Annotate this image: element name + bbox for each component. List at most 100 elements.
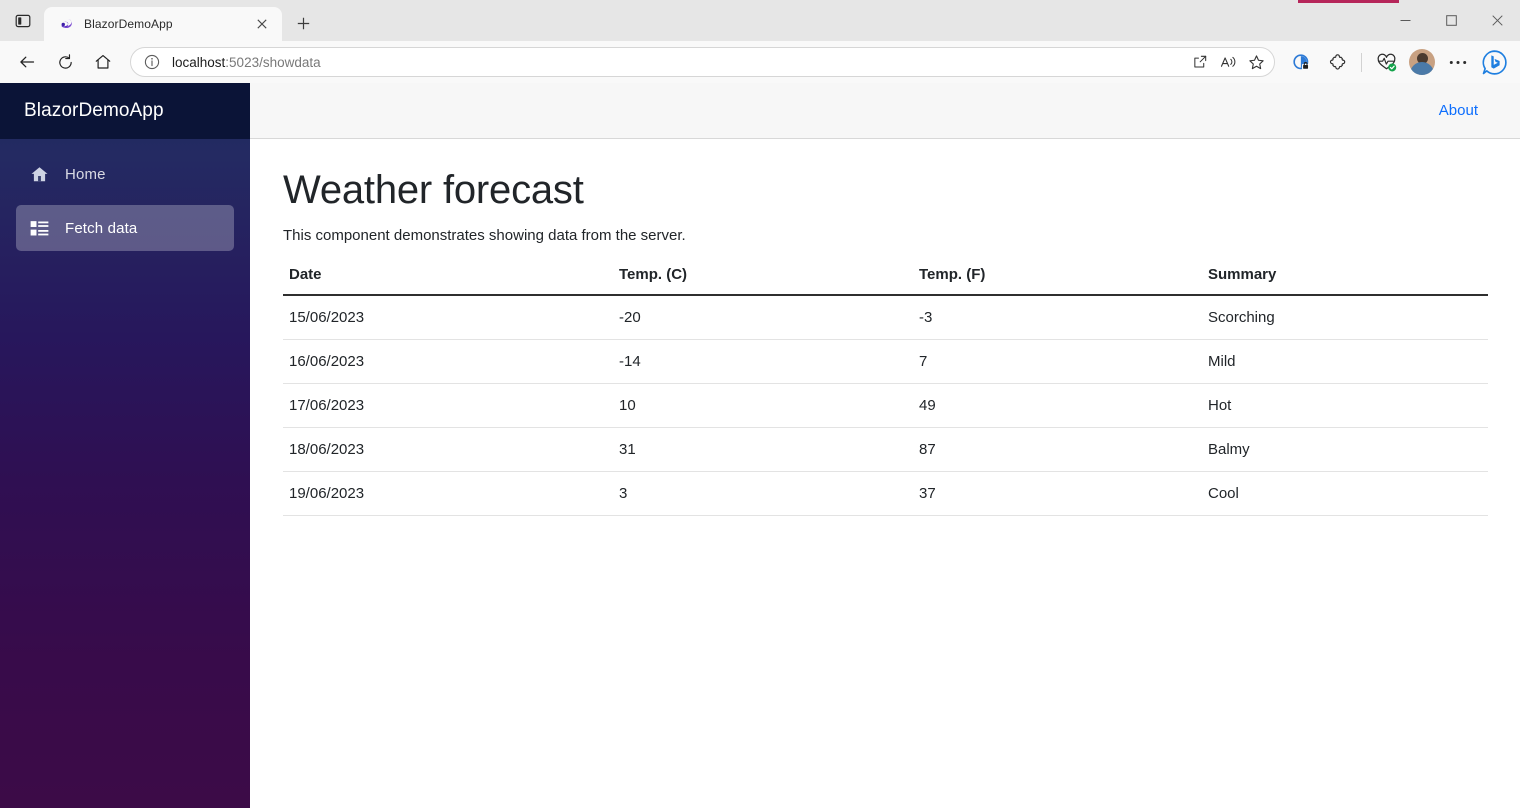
url-path: :5023/showdata [225,54,321,70]
tab-actions-icon [15,14,31,28]
profile-button[interactable] [1406,46,1438,78]
read-aloud-button[interactable] [1214,49,1242,75]
window-close-button[interactable] [1474,0,1520,41]
split-screen-icon [1194,55,1207,68]
cell-temp-c: 3 [613,471,913,517]
browser-essentials-icon [1377,53,1396,71]
table-row: 16/06/2023 -14 7 Mild [283,339,1488,385]
cell-temp-c: 10 [613,383,913,429]
table-row: 15/06/2023 -20 -3 Scorching [283,295,1488,341]
cell-date: 15/06/2023 [283,295,613,341]
settings-and-more-button[interactable] [1442,46,1474,78]
cell-summary: Balmy [1202,427,1488,473]
plus-icon [297,17,309,29]
read-aloud-icon [1220,56,1235,67]
browser-toolbar: localhost:5023/showdata [0,41,1520,83]
address-bar-actions [1186,49,1270,75]
cell-summary: Mild [1202,339,1488,385]
tab-actions-button[interactable] [6,4,40,38]
back-button[interactable] [11,46,43,78]
site-info-icon[interactable] [141,51,163,73]
cell-temp-c: -14 [613,339,913,385]
blazor-icon [57,16,73,32]
column-header-summary: Summary [1202,266,1488,297]
weather-forecast-table: Date Temp. (C) Temp. (F) Summary 15/06/2… [283,266,1488,517]
page-title: Weather forecast [283,168,584,212]
maximize-icon [1445,15,1457,26]
url-text: localhost:5023/showdata [172,55,1186,70]
column-header-temp-f: Temp. (F) [913,266,1202,297]
split-screen-button[interactable] [1186,49,1214,75]
cell-temp-c: -20 [613,295,913,341]
tracking-prevention-button[interactable] [1285,46,1317,78]
cell-summary: Cool [1202,471,1488,517]
ellipsis-icon [1449,60,1467,64]
back-arrow-icon [20,56,35,68]
cell-summary: Scorching [1202,295,1488,341]
browser-tab[interactable]: BlazorDemoApp [44,7,282,41]
app-brand-label: BlazorDemoApp [24,100,164,121]
app-topbar: About [250,83,1520,139]
cell-temp-f: 37 [913,471,1202,517]
extensions-button[interactable] [1321,46,1353,78]
table-row: 19/06/2023 3 37 Cool [283,471,1488,517]
tab-close-button[interactable] [250,12,274,36]
cell-summary: Hot [1202,383,1488,429]
cell-temp-f: -3 [913,295,1202,341]
app-main: About Weather forecast This component de… [250,83,1520,808]
cell-temp-c: 31 [613,427,913,473]
new-tab-button[interactable] [288,8,318,38]
close-icon [257,19,267,29]
minimize-icon [1400,20,1410,21]
house-icon [27,162,51,186]
tracking-prevention-icon [1292,53,1309,70]
cell-date: 19/06/2023 [283,471,613,517]
minimize-button[interactable] [1382,0,1428,41]
page-content: Weather forecast This component demonstr… [250,139,1520,808]
cell-date: 17/06/2023 [283,383,613,429]
app-sidebar: BlazorDemoApp Home Fetch data [0,83,250,808]
url-host: localhost [172,54,226,70]
cell-date: 16/06/2023 [283,339,613,385]
avatar [1409,49,1435,75]
column-header-date: Date [283,266,613,297]
column-header-temp-c: Temp. (C) [613,266,913,297]
browser-action-icons [1283,46,1512,78]
maximize-button[interactable] [1428,0,1474,41]
sidebar-nav: Home Fetch data [0,139,250,259]
extensions-icon [1329,53,1345,70]
star-icon [1248,54,1264,69]
tab-title: BlazorDemoApp [84,17,173,31]
cell-temp-f: 49 [913,383,1202,429]
cell-date: 18/06/2023 [283,427,613,473]
address-bar[interactable]: localhost:5023/showdata [130,47,1275,77]
home-button[interactable] [87,46,119,78]
page-subtitle: This component demonstrates showing data… [283,227,686,245]
cell-temp-f: 7 [913,339,1202,385]
list-rich-icon [27,216,51,240]
refresh-icon [58,53,72,69]
page-viewport: BlazorDemoApp Home Fetch data About Weat… [0,83,1520,808]
table-row: 17/06/2023 10 49 Hot [283,383,1488,429]
toolbar-divider [1361,52,1362,72]
sidebar-item-fetch-data[interactable]: Fetch data [16,205,234,251]
browser-essentials-button[interactable] [1370,46,1402,78]
home-icon [95,55,111,69]
copilot-bing-icon [1482,49,1507,75]
copilot-button[interactable] [1478,46,1510,78]
tab-strip: BlazorDemoApp [0,0,1520,41]
table-head: Date Temp. (C) Temp. (F) Summary [283,266,1488,297]
close-icon [1491,15,1503,26]
window-accent-line [1298,0,1399,3]
window-controls [1382,0,1520,41]
table-body: 15/06/2023 -20 -3 Scorching 16/06/2023 -… [283,295,1488,517]
about-link[interactable]: About [1439,102,1478,119]
browser-window: BlazorDemoApp localhost:5023/showdata Bl… [0,0,1520,808]
sidebar-item-home[interactable]: Home [16,151,234,197]
sidebar-item-label: Fetch data [65,219,138,237]
cell-temp-f: 87 [913,427,1202,473]
sidebar-item-label: Home [65,165,106,183]
app-brand[interactable]: BlazorDemoApp [0,83,250,139]
refresh-button[interactable] [49,46,81,78]
add-favorite-button[interactable] [1242,49,1270,75]
